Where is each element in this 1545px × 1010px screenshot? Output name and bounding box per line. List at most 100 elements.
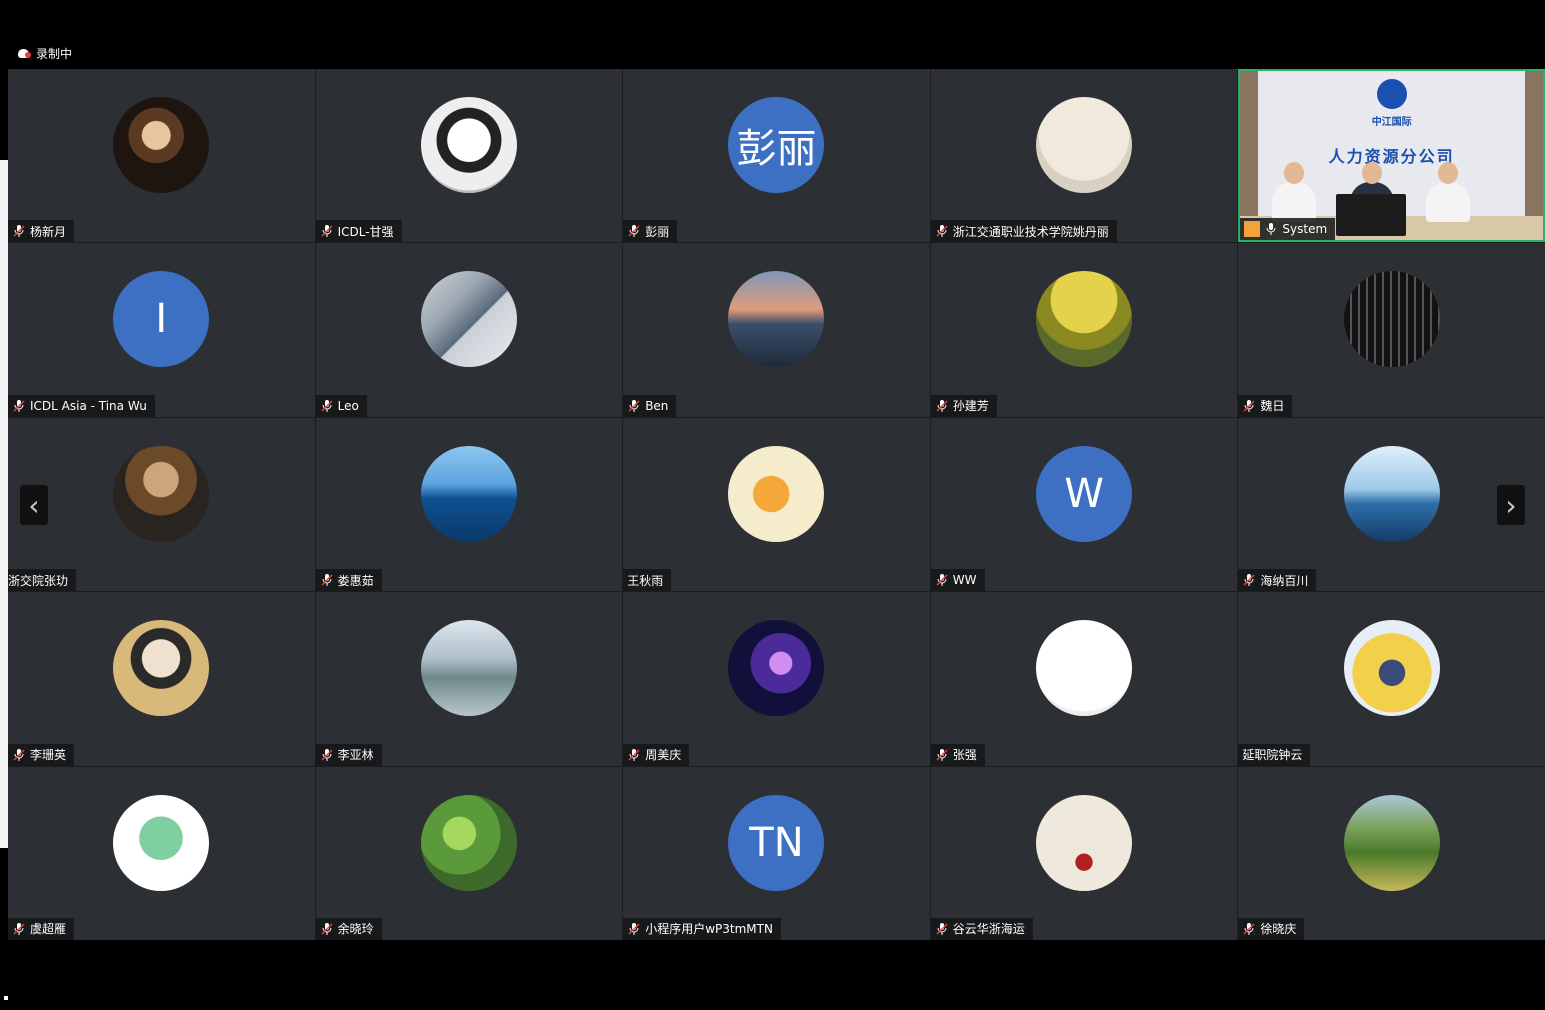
name-tag: 余晓玲 <box>315 917 382 940</box>
participant-tile[interactable]: 彭丽 彭丽 <box>623 69 930 243</box>
participant-tile[interactable]: TN 小程序用户wP3tmMTN <box>623 766 930 940</box>
corner-marker <box>4 996 8 1000</box>
avatar <box>1036 794 1133 891</box>
mic-muted-icon <box>12 748 26 762</box>
person <box>1272 182 1317 223</box>
left-edge-panel <box>0 160 8 848</box>
participant-tile[interactable]: 李亚林 <box>315 592 623 766</box>
name-tag: 浙交院张玏 <box>8 569 77 592</box>
avatar <box>420 97 517 193</box>
name-tag: Leo <box>315 394 367 417</box>
participant-tile[interactable]: W WW <box>930 417 1238 592</box>
avatar <box>113 445 210 542</box>
participant-name: 谷云华浙海运 <box>952 922 1025 937</box>
participant-tile[interactable]: 魏日 <box>1238 243 1545 417</box>
participant-video: 中江国际 人力资源分公司 <box>1240 71 1543 241</box>
name-tag: 周美庆 <box>623 743 690 766</box>
name-tag: 小程序用户wP3tmMTN <box>623 917 781 940</box>
participant-tile[interactable]: 延职院钟云 <box>1238 592 1545 766</box>
gallery-grid: 杨新月 ICDL-甘强 彭丽 彭丽 浙江交通职业技术学院姚丹丽 中江国际 人力资… <box>8 69 1545 940</box>
mic-muted-icon <box>627 224 641 238</box>
participant-tile[interactable]: 浙交院张玏 <box>8 417 315 592</box>
name-tag: 浙江交通职业技术学院姚丹丽 <box>930 220 1117 243</box>
mic-muted-icon <box>935 399 949 413</box>
mic-muted-icon <box>627 399 641 413</box>
name-tag: System <box>1240 218 1336 241</box>
participant-tile[interactable]: 孙建芳 <box>930 243 1238 417</box>
mic-muted-icon <box>935 224 949 238</box>
mic-muted-icon <box>627 748 641 762</box>
avatar <box>420 620 517 717</box>
participant-tile[interactable]: 周美庆 <box>623 592 930 766</box>
name-tag: 虞超雁 <box>8 917 75 940</box>
participant-tile[interactable]: 杨新月 <box>8 69 315 243</box>
person-head <box>1438 162 1459 185</box>
participant-name: 小程序用户wP3tmMTN <box>645 922 773 937</box>
avatar: 彭丽 <box>728 97 825 193</box>
user-icon <box>1244 221 1261 238</box>
mic-muted-icon <box>12 399 26 413</box>
name-tag: 李珊英 <box>8 743 75 766</box>
avatar <box>728 271 825 368</box>
mic-muted-icon <box>1242 922 1256 936</box>
mic-muted-icon <box>935 573 949 587</box>
name-tag: 徐晓庆 <box>1238 917 1305 940</box>
participant-name: 魏日 <box>1260 399 1285 414</box>
avatar <box>1036 620 1133 717</box>
avatar <box>728 620 825 717</box>
participant-tile[interactable]: 余晓玲 <box>315 766 623 940</box>
participant-tile[interactable]: Ben <box>623 243 930 417</box>
person-head <box>1284 162 1305 185</box>
next-page-button[interactable]: › <box>1497 485 1525 525</box>
participant-tile[interactable]: Leo <box>315 243 623 417</box>
participant-name: 李珊英 <box>30 748 67 763</box>
name-tag: ICDL Asia - Tina Wu <box>8 394 155 417</box>
participant-tile[interactable]: ICDL-甘强 <box>315 69 623 243</box>
participant-name: WW <box>952 573 977 588</box>
name-tag: 延职院钟云 <box>1238 743 1311 766</box>
mic-muted-icon <box>1242 399 1256 413</box>
avatar <box>1343 620 1440 717</box>
mic-muted-icon <box>1242 573 1256 587</box>
mic-muted-icon <box>935 922 949 936</box>
participant-name: 虞超雁 <box>30 922 67 937</box>
chevron-left-icon: ‹ <box>28 488 40 522</box>
participant-name: 孙建芳 <box>952 399 989 414</box>
company-logo <box>1376 79 1407 109</box>
participant-tile[interactable]: 张强 <box>930 592 1238 766</box>
name-tag: 谷云华浙海运 <box>930 917 1033 940</box>
mic-muted-icon <box>320 224 334 238</box>
participant-name: 余晓玲 <box>337 922 374 937</box>
mic-muted-icon <box>320 399 334 413</box>
active-speaker-video-tile[interactable]: 中江国际 人力资源分公司 System <box>1238 69 1545 243</box>
recording-label: 录制中 <box>36 46 73 61</box>
participant-name: 娄惠茹 <box>337 573 374 588</box>
prev-page-button[interactable]: ‹ <box>20 485 48 525</box>
avatar <box>1343 445 1440 542</box>
participant-tile[interactable]: 王秋雨 <box>623 417 930 592</box>
participant-name: 彭丽 <box>645 224 670 239</box>
mic-muted-icon <box>12 224 26 238</box>
avatar <box>728 445 825 542</box>
mic-muted-icon <box>12 922 26 936</box>
mic-muted-icon <box>320 922 334 936</box>
participant-name: 浙交院张玏 <box>8 573 69 588</box>
participant-tile[interactable]: 虞超雁 <box>8 766 315 940</box>
name-tag: 娄惠茹 <box>315 569 382 592</box>
participant-name: System <box>1282 222 1328 237</box>
participant-tile[interactable]: 谷云华浙海运 <box>930 766 1238 940</box>
participant-tile[interactable]: I ICDL Asia - Tina Wu <box>8 243 315 417</box>
participant-name: 周美庆 <box>645 748 682 763</box>
participant-tile[interactable]: 娄惠茹 <box>315 417 623 592</box>
participant-name: ICDL Asia - Tina Wu <box>30 398 147 413</box>
participant-name: Leo <box>337 398 359 413</box>
participant-tile[interactable]: 徐晓庆 <box>1238 766 1545 940</box>
avatar <box>1343 794 1440 891</box>
name-tag: Ben <box>623 394 677 417</box>
participant-tile[interactable]: 浙江交通职业技术学院姚丹丽 <box>930 69 1238 243</box>
name-tag: WW <box>930 569 985 592</box>
participant-tile[interactable]: 李珊英 <box>8 592 315 766</box>
avatar <box>113 794 210 891</box>
person-head <box>1362 162 1383 185</box>
recording-indicator: 录制中 <box>18 44 72 62</box>
